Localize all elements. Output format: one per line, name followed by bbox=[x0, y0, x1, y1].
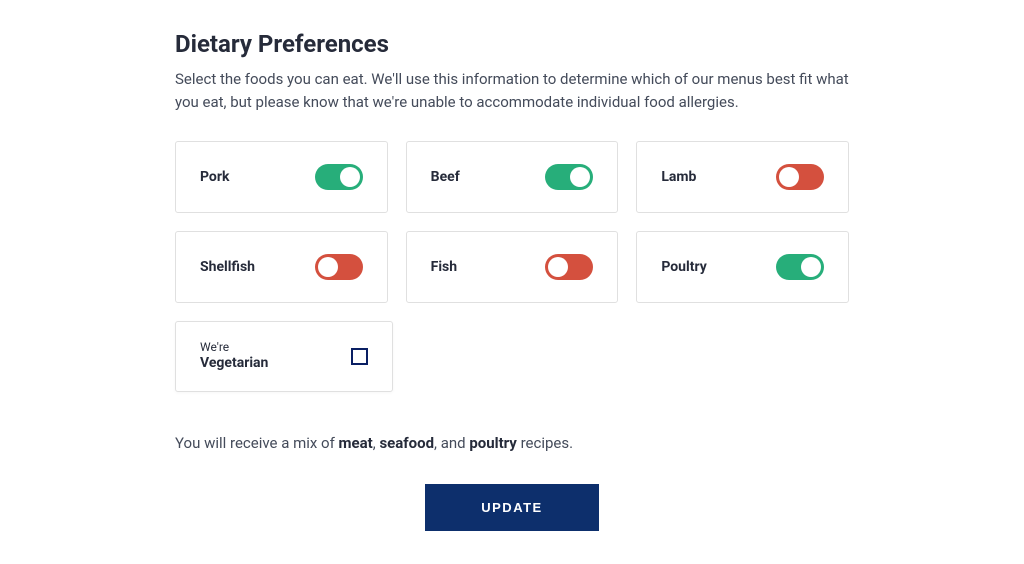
preferences-grid: Pork Beef Lamb Shellfish Fish Poultry bbox=[175, 141, 849, 303]
summary-part-seafood: seafood bbox=[379, 434, 434, 452]
toggle-beef[interactable] bbox=[545, 164, 593, 190]
toggle-knob-icon bbox=[779, 167, 799, 187]
toggle-knob-icon bbox=[340, 167, 360, 187]
pref-label: Pork bbox=[200, 169, 229, 185]
summary-text: You will receive a mix of meat, seafood,… bbox=[175, 434, 849, 452]
summary-part-meat: meat bbox=[339, 434, 373, 452]
pref-card-lamb: Lamb bbox=[636, 141, 849, 213]
toggle-shellfish[interactable] bbox=[315, 254, 363, 280]
pref-label: Lamb bbox=[661, 169, 696, 185]
pref-card-fish: Fish bbox=[406, 231, 619, 303]
summary-sep: , and bbox=[434, 434, 469, 452]
pref-label: Poultry bbox=[661, 259, 706, 275]
vegetarian-pre: We're bbox=[200, 340, 268, 355]
toggle-fish[interactable] bbox=[545, 254, 593, 280]
toggle-poultry[interactable] bbox=[776, 254, 824, 280]
pref-label: Shellfish bbox=[200, 259, 255, 275]
pref-label: Fish bbox=[431, 259, 457, 275]
summary-part-poultry: poultry bbox=[469, 434, 517, 452]
toggle-pork[interactable] bbox=[315, 164, 363, 190]
vegetarian-checkbox[interactable] bbox=[351, 348, 368, 365]
toggle-knob-icon bbox=[570, 167, 590, 187]
page-subtitle: Select the foods you can eat. We'll use … bbox=[175, 68, 849, 113]
page-title: Dietary Preferences bbox=[175, 30, 849, 58]
update-button[interactable]: UPDATE bbox=[425, 484, 598, 531]
summary-suffix: recipes. bbox=[517, 434, 573, 452]
toggle-knob-icon bbox=[548, 257, 568, 277]
vegetarian-card: We're Vegetarian bbox=[175, 321, 393, 392]
toggle-knob-icon bbox=[801, 257, 821, 277]
toggle-lamb[interactable] bbox=[776, 164, 824, 190]
toggle-knob-icon bbox=[318, 257, 338, 277]
pref-card-beef: Beef bbox=[406, 141, 619, 213]
pref-card-pork: Pork bbox=[175, 141, 388, 213]
actions-row: UPDATE bbox=[175, 484, 849, 531]
pref-card-poultry: Poultry bbox=[636, 231, 849, 303]
vegetarian-label-block: We're Vegetarian bbox=[200, 340, 268, 373]
pref-label: Beef bbox=[431, 169, 460, 185]
pref-card-shellfish: Shellfish bbox=[175, 231, 388, 303]
vegetarian-label: Vegetarian bbox=[200, 355, 268, 373]
summary-prefix: You will receive a mix of bbox=[175, 434, 339, 452]
